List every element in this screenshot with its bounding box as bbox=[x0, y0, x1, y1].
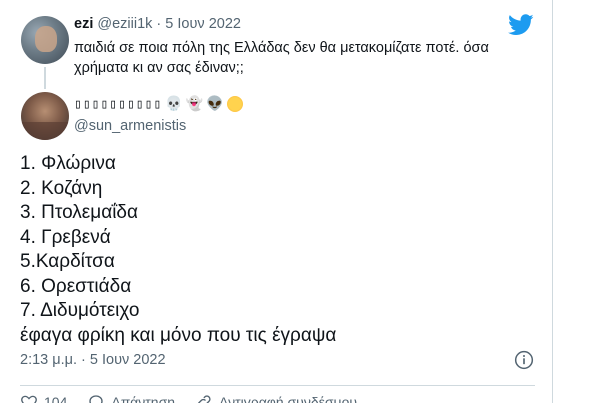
main-avatar[interactable] bbox=[21, 92, 69, 140]
tweet-card: ezi @eziii1k · 5 Ιουν 2022 παιδιά σε ποι… bbox=[0, 0, 553, 403]
like-button[interactable]: 104 bbox=[20, 393, 67, 403]
tweet-line: 1. Φλώρινα bbox=[20, 153, 116, 174]
main-display-name-text: ▯▯▯▯▯▯▯▯▯▯ bbox=[74, 96, 163, 112]
reply-button[interactable]: Απάντηση bbox=[87, 393, 175, 403]
heart-icon bbox=[21, 395, 37, 403]
action-bar: 104 Απάντηση Αντιγραφή συνδέσμου bbox=[20, 392, 377, 403]
copy-link-label: Αντιγραφή συνδέσμου bbox=[219, 394, 358, 403]
main-tweet-text: 1. Φλώρινα 2. Κοζάνη 3. Πτολεμαΐδα 4. Γρ… bbox=[20, 152, 540, 348]
parent-avatar[interactable] bbox=[21, 16, 69, 64]
tweet-line: έφαγα φρίκη και μόνο που τις έγραψα bbox=[20, 324, 337, 346]
reply-label: Απάντηση bbox=[111, 394, 175, 403]
tweet-line: 7. Διδυμότειχο bbox=[20, 300, 140, 321]
tweet-line: 5.Καρδίτσα bbox=[20, 251, 115, 272]
reply-icon bbox=[89, 395, 104, 403]
main-handle[interactable]: @sun_armenistis bbox=[74, 118, 186, 134]
tweet-line: 4. Γρεβενά bbox=[20, 226, 111, 248]
ghost-emoji-icon: 👻 bbox=[185, 96, 204, 112]
parent-handle[interactable]: @eziii1k bbox=[97, 16, 152, 32]
like-count: 104 bbox=[44, 394, 68, 403]
parent-tweet-header: ezi @eziii1k · 5 Ιουν 2022 bbox=[74, 16, 241, 32]
parent-separator: · bbox=[156, 16, 162, 32]
tweet-line: 3. Πτολεμαΐδα bbox=[20, 202, 138, 223]
sun-emoji-icon bbox=[226, 96, 243, 112]
tweet-timestamp[interactable]: 2:13 μ.μ. · 5 Ιουν 2022 bbox=[20, 352, 166, 368]
tweet-line: 6. Ορεστιάδα bbox=[20, 275, 132, 297]
parent-date[interactable]: 5 Ιουν 2022 bbox=[165, 16, 241, 32]
alien-emoji-icon: 👽 bbox=[206, 96, 224, 112]
skull-emoji-icon: 💀 bbox=[165, 96, 183, 112]
main-display-name[interactable]: ▯▯▯▯▯▯▯▯▯▯ 💀 👻 👽 bbox=[74, 96, 243, 112]
thread-line bbox=[44, 67, 46, 89]
tweet-line: 2. Κοζάνη bbox=[20, 177, 103, 199]
parent-display-name[interactable]: ezi bbox=[74, 16, 93, 32]
twitter-bird-icon[interactable] bbox=[508, 14, 534, 36]
info-icon[interactable] bbox=[514, 350, 534, 370]
divider bbox=[20, 385, 535, 386]
copy-link-button[interactable]: Αντιγραφή συνδέσμου bbox=[195, 393, 357, 403]
link-icon bbox=[198, 395, 211, 403]
parent-tweet-text: παιδιά σε ποια πόλη της Ελλάδας δεν θα μ… bbox=[74, 40, 489, 76]
